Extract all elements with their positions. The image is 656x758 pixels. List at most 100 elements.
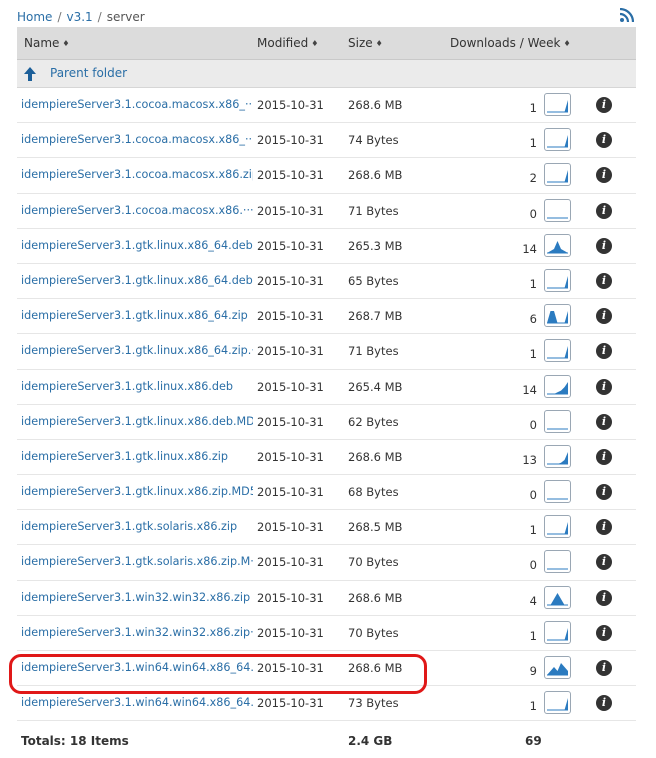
download-sparkline[interactable] (544, 304, 571, 328)
parent-folder-row[interactable]: Parent folder (17, 60, 636, 88)
info-icon[interactable]: i (596, 484, 612, 501)
file-name-link[interactable]: idempiereServer3.1.win64.win64.x86_64.··… (21, 686, 253, 720)
file-row: idempiereServer3.1.win32.win32.x86.zip 20… (17, 580, 636, 616)
file-size: 73 Bytes (348, 696, 399, 711)
file-size: 265.4 MB (348, 379, 403, 394)
file-name-link[interactable]: idempiereServer3.1.win32.win32.x86.zip (21, 581, 253, 615)
column-header-size[interactable]: Size ♦ (348, 27, 383, 60)
file-modified: 2015-10-31 (257, 273, 324, 288)
file-size: 71 Bytes (348, 203, 399, 218)
info-icon[interactable]: i (596, 660, 612, 676)
download-sparkline[interactable] (544, 268, 571, 292)
download-sparkline[interactable] (544, 656, 571, 679)
file-name-link[interactable]: idempiereServer3.1.gtk.linux.x86_64.zip (21, 299, 253, 333)
download-sparkline[interactable] (544, 620, 571, 644)
file-size: 268.6 MB (348, 168, 403, 183)
file-modified: 2015-10-31 (257, 168, 324, 183)
info-icon[interactable]: i (596, 202, 612, 219)
breadcrumb-current: server (106, 10, 145, 24)
info-icon[interactable]: i (596, 97, 612, 113)
file-row: idempiereServer3.1.gtk.linux.x86_64.deb·… (17, 263, 636, 300)
sparkline-area (547, 698, 568, 711)
file-modified: 2015-10-31 (257, 661, 324, 675)
info-icon[interactable]: i (596, 413, 612, 430)
totals-size: 2.4 GB (348, 734, 393, 748)
breadcrumb-version[interactable]: v3.1 (66, 10, 92, 24)
file-name-link[interactable]: idempiereServer3.1.gtk.linux.x86_64.deb·… (21, 264, 253, 298)
file-row: idempiereServer3.1.gtk.solaris.x86.zip.M… (17, 545, 636, 581)
download-sparkline[interactable] (544, 480, 571, 504)
info-icon[interactable]: i (596, 167, 612, 184)
info-icon[interactable]: i (596, 519, 612, 536)
info-icon[interactable]: i (596, 132, 612, 149)
download-sparkline[interactable] (544, 550, 571, 574)
file-row: idempiereServer3.1.cocoa.macosx.x86_··· 2… (17, 123, 636, 159)
download-sparkline[interactable] (544, 515, 571, 539)
file-name-link[interactable]: idempiereServer3.1.gtk.linux.x86.zip.MD5 (21, 475, 253, 509)
file-downloads: 9 (529, 664, 537, 678)
file-list: idempiereServer3.1.cocoa.macosx.x86_··· 2… (17, 88, 636, 722)
file-modified: 2015-10-31 (257, 485, 324, 500)
file-name-link[interactable]: idempiereServer3.1.win32.win32.x86.zip··… (21, 616, 253, 650)
info-icon[interactable]: i (596, 378, 612, 395)
file-name-link[interactable]: idempiereServer3.1.gtk.linux.x86_64.zip.… (21, 334, 253, 368)
breadcrumb-separator: / (97, 10, 102, 24)
file-name-link[interactable]: idempiereServer3.1.gtk.linux.x86.zip (21, 440, 253, 474)
download-sparkline[interactable] (544, 374, 571, 398)
file-modified: 2015-10-31 (257, 414, 324, 429)
file-name-link[interactable]: idempiereServer3.1.cocoa.macosx.x86_··· (21, 123, 253, 157)
file-size: 70 Bytes (348, 625, 399, 640)
download-sparkline[interactable] (544, 444, 571, 468)
file-name-link[interactable]: idempiereServer3.1.cocoa.macosx.x86.zip (21, 158, 253, 192)
info-icon[interactable]: i (596, 589, 612, 606)
sparkline-area (547, 170, 568, 183)
download-sparkline[interactable] (544, 233, 571, 257)
file-size: 268.6 MB (348, 661, 403, 675)
sparkline-area (547, 627, 568, 640)
download-sparkline[interactable] (544, 93, 571, 116)
file-name-link[interactable]: idempiereServer3.1.gtk.linux.x86.deb.MD5 (21, 405, 253, 439)
info-icon[interactable]: i (596, 237, 612, 254)
sort-icon: ♦ (311, 39, 319, 48)
file-name-link[interactable]: idempiereServer3.1.gtk.solaris.x86.zip.M… (21, 545, 253, 579)
breadcrumb-home[interactable]: Home (17, 10, 52, 24)
file-name-link[interactable]: idempiereServer3.1.cocoa.macosx.x86_··· (21, 88, 253, 122)
download-sparkline[interactable] (544, 128, 571, 152)
file-modified: 2015-10-31 (257, 696, 324, 711)
file-name-link[interactable]: idempiereServer3.1.gtk.linux.x86_64.deb (21, 229, 253, 263)
file-downloads: 1 (529, 699, 537, 714)
parent-folder-link[interactable]: Parent folder (50, 60, 127, 86)
info-icon[interactable]: i (596, 343, 612, 360)
info-icon[interactable]: i (596, 448, 612, 465)
info-icon[interactable]: i (596, 554, 612, 571)
download-sparkline[interactable] (544, 409, 571, 433)
download-sparkline[interactable] (544, 691, 571, 715)
file-name-link[interactable]: idempiereServer3.1.gtk.linux.x86.deb (21, 370, 253, 404)
file-modified: 2015-10-31 (257, 379, 324, 394)
column-header-name[interactable]: Name ♦ (24, 27, 70, 60)
file-modified: 2015-10-31 (257, 520, 324, 535)
file-name-link[interactable]: idempiereServer3.1.cocoa.macosx.x86.··· (21, 194, 253, 228)
sparkline-area (547, 592, 568, 605)
download-sparkline[interactable] (544, 163, 571, 187)
file-name-link[interactable]: idempiereServer3.1.win64.win64.x86_64.··… (21, 651, 253, 685)
column-header-modified[interactable]: Modified ♦ (257, 27, 318, 60)
info-icon[interactable]: i (596, 308, 612, 325)
file-row: idempiereServer3.1.cocoa.macosx.x86.··· 2… (17, 193, 636, 229)
file-name-link[interactable]: idempiereServer3.1.gtk.solaris.x86.zip (21, 510, 253, 544)
info-icon[interactable]: i (596, 272, 612, 289)
arrow-up-icon (23, 66, 37, 82)
sparkline-area (547, 381, 568, 394)
sort-icon: ♦ (62, 39, 70, 48)
file-modified: 2015-10-31 (257, 309, 324, 324)
file-row: idempiereServer3.1.gtk.linux.x86.deb.MD5… (17, 404, 636, 440)
download-sparkline[interactable] (544, 585, 571, 609)
file-modified: 2015-10-31 (257, 203, 324, 218)
info-icon[interactable]: i (596, 695, 612, 712)
info-icon[interactable]: i (596, 624, 612, 641)
rss-icon[interactable] (619, 7, 635, 23)
column-header-downloads[interactable]: Downloads / Week ♦ (450, 27, 571, 60)
download-sparkline[interactable] (544, 198, 571, 222)
download-sparkline[interactable] (544, 339, 571, 363)
file-size: 74 Bytes (348, 133, 399, 148)
